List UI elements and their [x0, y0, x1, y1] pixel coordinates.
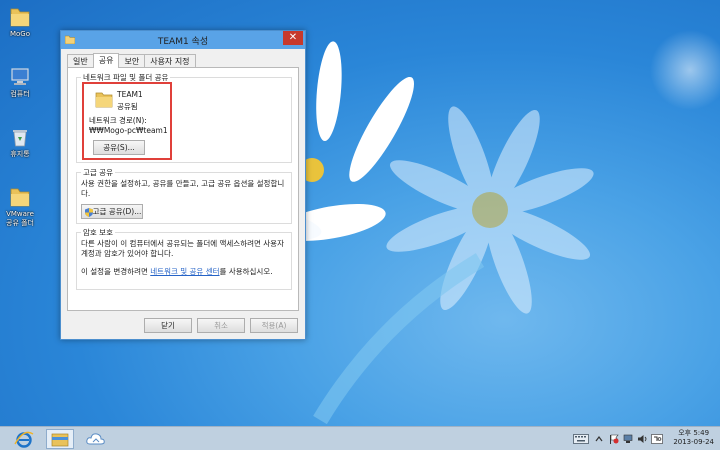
desktop-icon-label: VMware 공유 폴더 — [6, 210, 34, 227]
taskbar-cloud-app[interactable] — [82, 429, 110, 449]
folder-icon — [10, 8, 30, 27]
title-bar[interactable]: TEAM1 속성 ✕ — [61, 31, 305, 49]
advanced-share-description: 사용 권한을 설정하고, 공유를 만들고, 고급 공유 옵션을 설정합니다. — [81, 179, 285, 198]
password-protect-description: 다른 사람이 이 컴퓨터에서 공유되는 폴더에 액세스하려면 사용자 계정과 암… — [81, 239, 284, 258]
sharing-panel: 네트워크 파일 및 폴더 공유 TEAM1 공유됨 네트워크 경로(N): ₩₩… — [67, 67, 299, 311]
network-path-label: 네트워크 경로(N): — [89, 116, 147, 125]
network-icon[interactable] — [623, 434, 633, 444]
tab-general[interactable]: 일반 — [67, 54, 94, 67]
desktop-icon-label: 컴퓨터 — [10, 90, 30, 98]
desktop-icon-vmware-shared[interactable]: VMware 공유 폴더 — [0, 184, 42, 228]
clock-time: 오후 5:49 — [678, 429, 710, 437]
share-button[interactable]: 공유(S)... — [93, 140, 145, 155]
change-prefix: 이 설정을 변경하려면 — [81, 267, 151, 276]
tab-security[interactable]: 보안 — [118, 54, 146, 67]
folder-icon — [10, 188, 30, 207]
password-protect-group: 암호 보호 다른 사람이 이 컴퓨터에서 공유되는 폴더에 액세스하려면 사용자… — [76, 227, 292, 290]
apply-button[interactable]: 적용(A) — [250, 318, 298, 333]
file-explorer-icon — [51, 433, 69, 447]
window-title: TEAM1 속성 — [157, 37, 209, 47]
computer-icon — [11, 68, 29, 85]
group-title: 고급 공유 — [81, 167, 115, 178]
network-share-group: 네트워크 파일 및 폴더 공유 TEAM1 공유됨 네트워크 경로(N): ₩₩… — [76, 72, 292, 163]
properties-window: TEAM1 속성 ✕ 일반 공유 보안 사용자 지정 네트워크 파일 및 폴더 … — [60, 30, 306, 340]
recycle-bin-icon — [13, 130, 27, 147]
share-folder-name: TEAM1 — [117, 90, 143, 99]
folder-icon — [95, 92, 113, 108]
close-window-button[interactable]: ✕ — [283, 31, 303, 45]
desktop-icon-recycle-bin[interactable]: 휴지통 — [0, 126, 42, 159]
tab-sharing[interactable]: 공유 — [92, 53, 120, 68]
desktop-icon-computer[interactable]: 컴퓨터 — [0, 66, 42, 99]
cancel-button[interactable]: 취소 — [197, 318, 245, 333]
network-sharing-center-link[interactable]: 네트워크 및 공유 센터 — [150, 267, 219, 276]
group-title: 암호 보호 — [81, 227, 115, 238]
cloud-app-icon — [86, 433, 105, 445]
desktop-icon-label: MoGo — [9, 30, 31, 38]
password-protect-change-text: 이 설정을 변경하려면 네트워크 및 공유 센터를 사용하십시오. — [81, 267, 291, 277]
change-suffix: 를 사용하십시오. — [219, 267, 273, 276]
internet-explorer-icon — [14, 431, 34, 448]
taskbar: 오후 5:49 2013-09-24 — [0, 426, 720, 450]
action-center-flag-icon[interactable] — [609, 434, 619, 444]
close-button[interactable]: 닫기 — [144, 318, 192, 333]
shield-icon — [85, 208, 93, 217]
close-icon: ✕ — [288, 32, 298, 43]
clock-date: 2013-09-24 — [673, 438, 714, 446]
desktop-icon-label: 휴지통 — [10, 150, 30, 158]
taskbar-internet-explorer[interactable] — [10, 429, 38, 449]
advanced-share-button-label: 고급 공유(D)... — [92, 207, 142, 216]
system-clock[interactable]: 오후 5:49 2013-09-24 — [673, 429, 714, 447]
taskbar-file-explorer[interactable] — [46, 429, 74, 449]
advanced-share-button[interactable]: 고급 공유(D)... — [81, 204, 143, 219]
network-path-value: ₩₩Mogo-pc₩team1 — [89, 126, 168, 135]
ime-language-icon[interactable] — [651, 434, 663, 444]
desktop-icon-mogo[interactable]: MoGo — [0, 4, 42, 39]
volume-icon[interactable] — [637, 434, 649, 444]
advanced-share-group: 고급 공유 사용 권한을 설정하고, 공유를 만들고, 고급 공유 옵션을 설정… — [76, 167, 292, 224]
tab-customize[interactable]: 사용자 지정 — [144, 54, 196, 67]
show-hidden-icons-chevron-icon[interactable] — [595, 435, 603, 443]
share-state: 공유됨 — [117, 102, 138, 111]
tab-strip: 일반 공유 보안 사용자 지정 — [67, 53, 196, 68]
keyboard-icon[interactable] — [573, 434, 589, 444]
